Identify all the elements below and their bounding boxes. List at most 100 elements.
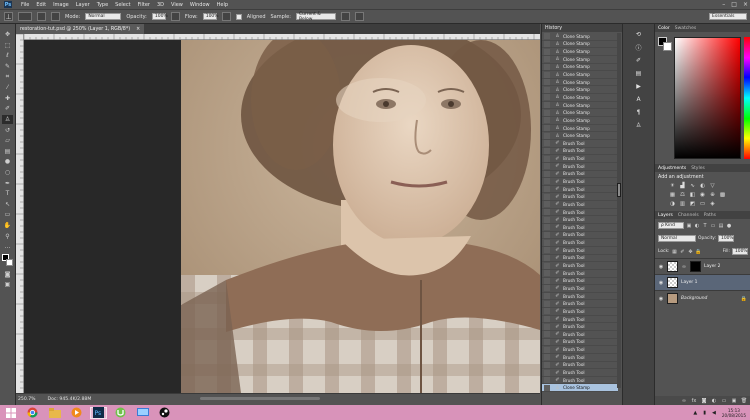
maximize-button[interactable]: □ [731, 1, 737, 8]
link-layers-icon[interactable]: ∞ [681, 398, 687, 404]
threshold-icon[interactable]: ◩ [689, 200, 696, 207]
history-checkbox[interactable] [544, 56, 550, 63]
workspace-select[interactable]: Essentials [709, 13, 747, 20]
tool-preset-icon[interactable]: ⊥ [4, 12, 13, 21]
gradient-map-icon[interactable]: ▭ [699, 200, 706, 207]
quick-select-icon[interactable]: ✎ [2, 62, 13, 72]
move-icon[interactable]: ✥ [2, 30, 13, 40]
airbrush-icon[interactable] [221, 12, 231, 21]
history-checkbox[interactable] [544, 308, 550, 315]
layer-name[interactable]: Layer 1 [681, 280, 697, 285]
blend-mode-select[interactable]: Normal [658, 235, 696, 242]
history-checkbox[interactable] [544, 262, 550, 269]
history-checkbox[interactable] [544, 209, 550, 216]
tab-channels[interactable]: Channels [678, 213, 699, 218]
history-checkbox[interactable] [544, 79, 550, 86]
adjustment-filter-icon[interactable]: ◐ [694, 223, 700, 229]
history-state-item[interactable]: ♙ Clone Stamp [542, 384, 618, 393]
shape-filter-icon[interactable]: ▭ [710, 223, 716, 229]
color-picker-field[interactable] [674, 37, 741, 159]
selective-color-icon[interactable]: ◈ [709, 200, 716, 207]
history-checkbox[interactable] [544, 201, 550, 208]
history-checkbox[interactable] [544, 140, 550, 147]
marquee-icon[interactable]: ⬚ [2, 41, 13, 51]
history-checkbox[interactable] [544, 270, 550, 277]
layer-name[interactable]: Layer 2 [704, 264, 720, 269]
minimize-button[interactable]: – [722, 1, 725, 8]
start-button[interactable] [2, 407, 19, 419]
history-checkbox[interactable] [544, 377, 550, 384]
exposure-icon[interactable]: ◐ [699, 182, 706, 189]
actions-panel-icon[interactable]: ▶ [635, 82, 643, 91]
vibrance-icon[interactable]: ▽ [709, 182, 716, 189]
color-lookup-icon[interactable]: ▩ [719, 191, 726, 198]
aligned-checkbox[interactable] [235, 13, 242, 20]
history-checkbox[interactable] [544, 384, 550, 391]
utorrent-taskbar-icon[interactable] [112, 407, 129, 419]
mode-select[interactable]: Normal [85, 13, 122, 20]
new-layer-icon[interactable]: ▣ [731, 398, 737, 404]
history-checkbox[interactable] [544, 231, 550, 238]
history-checkbox[interactable] [544, 186, 550, 193]
steam-taskbar-icon[interactable] [156, 407, 173, 419]
history-panel-icon[interactable]: ⟲ [635, 30, 643, 39]
lock-all-icon[interactable]: 🔒 [695, 249, 701, 255]
zoom-icon[interactable]: ⚲ [2, 231, 13, 241]
menu-help[interactable]: Help [217, 2, 228, 8]
menu-view[interactable]: View [171, 2, 183, 8]
layer-kind-select[interactable]: ρ Kind [658, 222, 684, 229]
history-checkbox[interactable] [544, 316, 550, 323]
layer-opacity-input[interactable]: 100% [718, 235, 735, 242]
photo-filter-icon[interactable]: ◉ [699, 191, 706, 198]
type-filter-icon[interactable]: T [702, 223, 708, 229]
lock-transparent-icon[interactable]: ▦ [672, 249, 678, 255]
history-checkbox[interactable] [544, 216, 550, 223]
history-checkbox[interactable] [544, 132, 550, 139]
tray-arrow-icon[interactable]: ▲ [693, 410, 697, 416]
layer-row-layer-2[interactable]: ◉ ∞ Layer 2 [655, 258, 750, 274]
menu-file[interactable]: File [21, 2, 29, 8]
history-checkbox[interactable] [544, 125, 550, 131]
brightness-icon[interactable]: ☀ [669, 182, 676, 189]
close-button[interactable]: × [743, 1, 748, 8]
history-scroll-thumb[interactable] [617, 183, 621, 197]
menu-window[interactable]: Window [190, 2, 210, 8]
visibility-eye-icon[interactable]: ◉ [658, 280, 664, 286]
gradient-icon[interactable]: ▤ [2, 147, 13, 157]
color-swatches[interactable] [2, 254, 13, 268]
hand-icon[interactable]: ✋ [2, 221, 13, 231]
taskbar-clock[interactable]: 15:13 20/08/2015 [722, 408, 746, 418]
color-balance-icon[interactable]: ⚖ [679, 191, 686, 198]
history-checkbox[interactable] [544, 239, 550, 246]
pressure-opacity-icon[interactable] [170, 12, 180, 21]
history-brush-icon[interactable]: ↺ [2, 125, 13, 135]
clone-source-icon[interactable] [51, 12, 60, 21]
flow-input[interactable]: 100% [202, 13, 219, 20]
history-checkbox[interactable] [544, 354, 550, 361]
lock-pixels-icon[interactable]: ✐ [680, 249, 686, 255]
healing-icon[interactable]: ✚ [2, 94, 13, 104]
history-checkbox[interactable] [544, 293, 550, 300]
history-checkbox[interactable] [544, 94, 550, 101]
layer-mask-thumbnail[interactable] [690, 261, 701, 272]
character-panel-icon[interactable]: A [635, 95, 643, 104]
brush-panel-icon[interactable]: ✐ [635, 56, 643, 65]
tab-paths[interactable]: Paths [704, 213, 716, 218]
black-white-icon[interactable]: ◧ [689, 191, 696, 198]
tab-styles[interactable]: Styles [691, 166, 705, 171]
history-checkbox[interactable] [544, 247, 550, 254]
opacity-input[interactable]: 100% [151, 13, 168, 20]
menu-3d[interactable]: 3D [157, 2, 164, 8]
eraser-icon[interactable]: ▱ [2, 136, 13, 146]
clone-source-panel-icon[interactable]: ♙ [635, 121, 643, 130]
history-checkbox[interactable] [544, 178, 550, 185]
paragraph-panel-icon[interactable]: ¶ [635, 108, 643, 117]
history-checkbox[interactable] [544, 33, 550, 40]
history-checkbox[interactable] [544, 338, 550, 345]
delete-layer-icon[interactable]: 🗑 [741, 398, 747, 404]
history-checkbox[interactable] [544, 331, 550, 338]
tab-color[interactable]: Color [658, 26, 670, 31]
brush-presets-icon[interactable]: ▤ [635, 69, 643, 78]
media-player-taskbar-icon[interactable] [68, 407, 85, 419]
brush-preset-icon[interactable] [18, 12, 32, 21]
